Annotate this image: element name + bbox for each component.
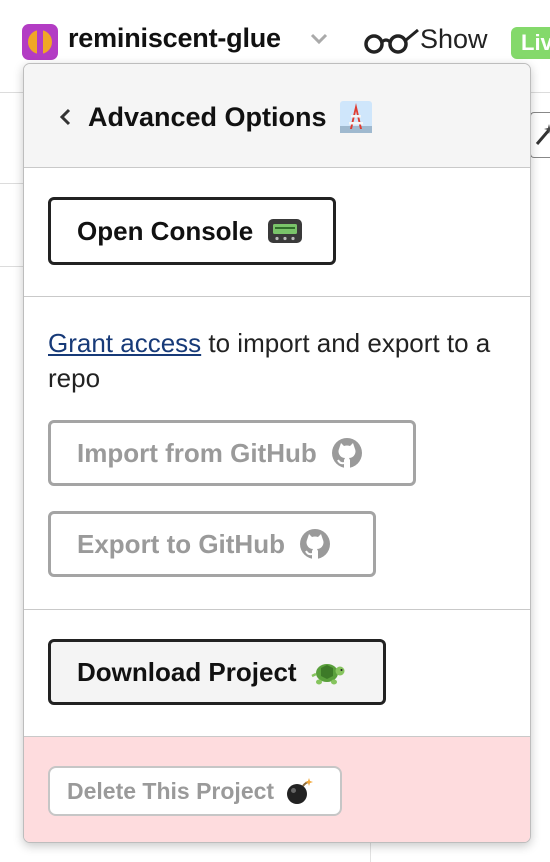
editor-tool-button[interactable] bbox=[530, 112, 550, 158]
magic-wand-icon bbox=[535, 124, 550, 145]
download-section: Download Project bbox=[24, 610, 530, 737]
grant-access-link[interactable]: Grant access bbox=[48, 328, 201, 358]
popover-title-section: Advanced Options bbox=[24, 64, 530, 168]
delete-project-button[interactable]: Delete This Project bbox=[48, 766, 342, 816]
bomb-icon bbox=[287, 778, 314, 804]
github-section: Grant access to import and export to a r… bbox=[24, 297, 530, 610]
import-label: Import from GitHub bbox=[77, 437, 317, 468]
github-icon bbox=[331, 438, 362, 468]
popover-title: Advanced Options bbox=[88, 101, 327, 132]
live-badge[interactable]: Live bbox=[511, 27, 550, 59]
project-avatar[interactable] bbox=[22, 24, 58, 60]
export-label: Export to GitHub bbox=[77, 528, 285, 559]
export-to-github-button[interactable]: Export to GitHub bbox=[48, 511, 376, 577]
turtle-icon bbox=[311, 664, 345, 685]
pager-icon bbox=[268, 219, 303, 243]
chevron-left-icon bbox=[59, 108, 71, 126]
back-button[interactable]: Advanced Options bbox=[58, 100, 373, 134]
glasses-icon bbox=[364, 28, 419, 54]
chevron-down-icon[interactable] bbox=[309, 32, 329, 46]
open-console-label: Open Console bbox=[77, 215, 254, 246]
grant-access-text: Grant access to import and export to a r… bbox=[48, 326, 518, 396]
download-label: Download Project bbox=[77, 656, 297, 687]
show-button-label[interactable]: Show bbox=[420, 24, 488, 55]
danger-section: Delete This Project bbox=[24, 737, 530, 842]
open-console-button[interactable]: Open Console bbox=[48, 197, 336, 265]
advanced-options-popover: Advanced Options Open Console Grant acce… bbox=[23, 63, 531, 843]
github-icon bbox=[299, 529, 330, 559]
delete-label: Delete This Project bbox=[67, 777, 275, 804]
tokyo-tower-icon bbox=[339, 101, 372, 133]
project-name[interactable]: reminiscent-glue bbox=[68, 23, 281, 54]
download-project-button[interactable]: Download Project bbox=[48, 639, 386, 705]
console-section: Open Console bbox=[24, 168, 530, 297]
import-from-github-button[interactable]: Import from GitHub bbox=[48, 420, 416, 486]
